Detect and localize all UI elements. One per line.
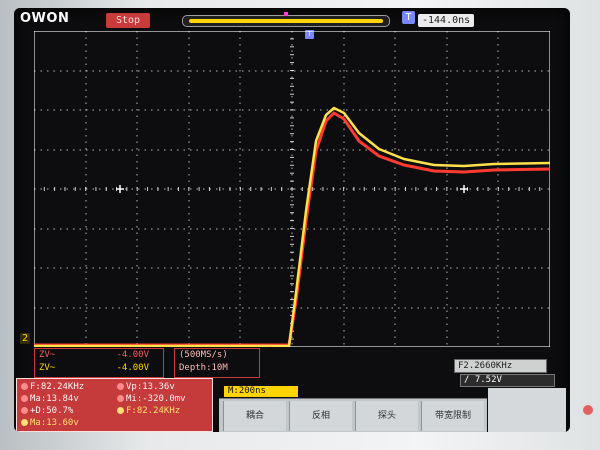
status-panel: ZV~ -4.00V ZV~ -4.00V (500MS/s) Depth:10… <box>14 346 570 432</box>
menu-invert-button[interactable]: 反相 <box>289 401 352 431</box>
measure-item: F:82.24KHz <box>21 382 84 392</box>
ch1-dot-icon <box>117 383 124 390</box>
ch2-dot-icon <box>21 419 28 426</box>
waveform-graticule <box>34 31 550 347</box>
ch1-dot-icon <box>21 407 28 414</box>
power-indicator-icon <box>583 405 593 415</box>
trigger-offset-readout: -144.0ns <box>418 14 475 27</box>
trigger-position-icon: T <box>402 11 415 24</box>
menu-probe-button[interactable]: 探头 <box>355 401 418 431</box>
ch1-dot-icon <box>21 383 28 390</box>
channel-1-coupling: ZV~ <box>39 350 56 360</box>
channel-2-coupling: ZV~ <box>39 363 56 373</box>
time-position-bar[interactable] <box>182 12 390 27</box>
measurement-panel: F:82.24KHz Vp:13.36v Ma:13.84v Mi:-320.0… <box>16 378 213 432</box>
trigger-level: / 7.52V <box>460 374 555 387</box>
channel-1-row: ZV~ -4.00V <box>35 349 163 362</box>
menu-coupling-button[interactable]: 耦合 <box>223 401 286 431</box>
frequency-counter: F2.2660KHz <box>454 359 547 373</box>
brand-logo: OWON <box>20 11 70 26</box>
channel-2-row: ZV~ -4.00V <box>35 362 163 375</box>
time-position-marker <box>284 12 288 16</box>
measure-item: Mi:-320.0mv <box>117 394 186 404</box>
ch2-dot-icon <box>117 407 124 414</box>
time-position-fill <box>189 19 383 23</box>
sampling-info: (500MS/s) Depth:10M <box>174 348 260 378</box>
ch1-dot-icon <box>117 395 124 402</box>
channel-settings[interactable]: ZV~ -4.00V ZV~ -4.00V <box>34 348 164 378</box>
timebase-readout: M:200ns <box>224 386 298 397</box>
sample-rate: (500MS/s) <box>179 350 228 360</box>
measure-item: +D:50.7% <box>21 406 73 416</box>
measure-item: Ma:13.84v <box>21 394 79 404</box>
measure-item: Ma:13.60v <box>21 418 79 428</box>
channel-2-scale: -4.00V <box>116 363 149 373</box>
channel-1-scale: -4.00V <box>116 350 149 360</box>
menu-bandwidth-button[interactable]: 带宽限制 <box>421 401 484 431</box>
softkey-menu: 耦合 反相 探头 带宽限制 <box>219 398 487 432</box>
measure-item: F:82.24KHz <box>117 406 180 416</box>
ch1-dot-icon <box>21 395 28 402</box>
measure-item: Vp:13.36v <box>117 382 175 392</box>
memory-depth: Depth:10M <box>179 363 228 373</box>
graticule-lines <box>34 31 550 347</box>
menu-blank-area <box>488 388 566 432</box>
oscilloscope-screen: OWON Stop T -144.0ns T 2 ZV~ -4.00V ZV~ … <box>14 8 570 432</box>
channel-2-marker: 2 <box>20 333 31 344</box>
run-stop-status[interactable]: Stop <box>106 13 150 28</box>
